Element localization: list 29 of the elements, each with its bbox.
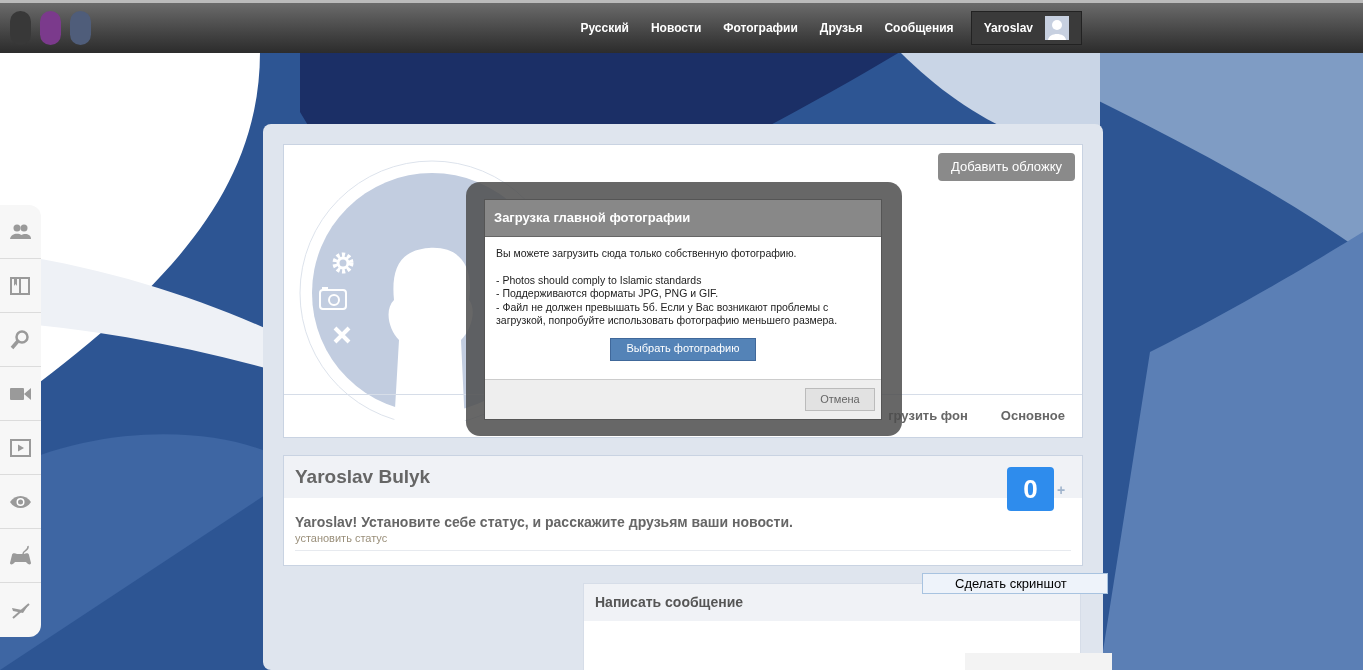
profile-name: Yaroslav Bulyk — [295, 464, 431, 489]
window-control[interactable] — [70, 11, 91, 45]
window-control[interactable] — [40, 11, 61, 45]
status-prompt: Yaroslav! Установите себе статус, и расскажите друзьям ваши новости. — [295, 513, 794, 531]
search-icon[interactable] — [9, 328, 32, 351]
nav-link[interactable]: Сообщения — [884, 19, 954, 37]
cancel-button[interactable]: Отмена — [805, 388, 875, 411]
choose-photo-button[interactable]: Выбрать фотографию — [610, 337, 756, 361]
nav-link[interactable]: Новости — [650, 19, 702, 37]
nav-link[interactable]: Русский — [580, 19, 629, 37]
nav-link[interactable]: Друзья — [819, 19, 863, 37]
dialog-text: - Файл не должен превышать 5б. Если у Вас возникают проблемы с загрузкой, попробуйте использовать фотографию меньшего размера. — [496, 300, 839, 328]
message-title: Написать сообщение — [595, 593, 744, 612]
profile-tab[interactable]: Основное — [1000, 406, 1065, 426]
book-icon[interactable] — [9, 274, 32, 297]
dialog-title: Загрузка главной фотографии — [494, 209, 691, 228]
dialog-text: - Поддерживаются форматы JPG, PNG и GIF. — [496, 287, 720, 301]
user-menu[interactable]: Yaroslav — [970, 11, 1082, 45]
dialog-text: - Photos should comply to Islamic standards — [496, 273, 703, 287]
menu-item[interactable]: Сделать скриншот — [923, 574, 1107, 593]
avatar-icon — [1045, 16, 1069, 40]
close-icon[interactable] — [332, 325, 352, 345]
dialog-text: Вы можете загрузить сюда только собственную фотографию. — [496, 247, 798, 261]
camera-icon[interactable] — [319, 286, 347, 310]
settings-icon[interactable] — [331, 251, 355, 275]
nav-link[interactable]: Фотографии — [723, 19, 798, 37]
gamepad-icon[interactable] — [9, 544, 32, 567]
user-name: Yaroslav — [983, 20, 1033, 37]
play-icon[interactable] — [9, 436, 32, 459]
